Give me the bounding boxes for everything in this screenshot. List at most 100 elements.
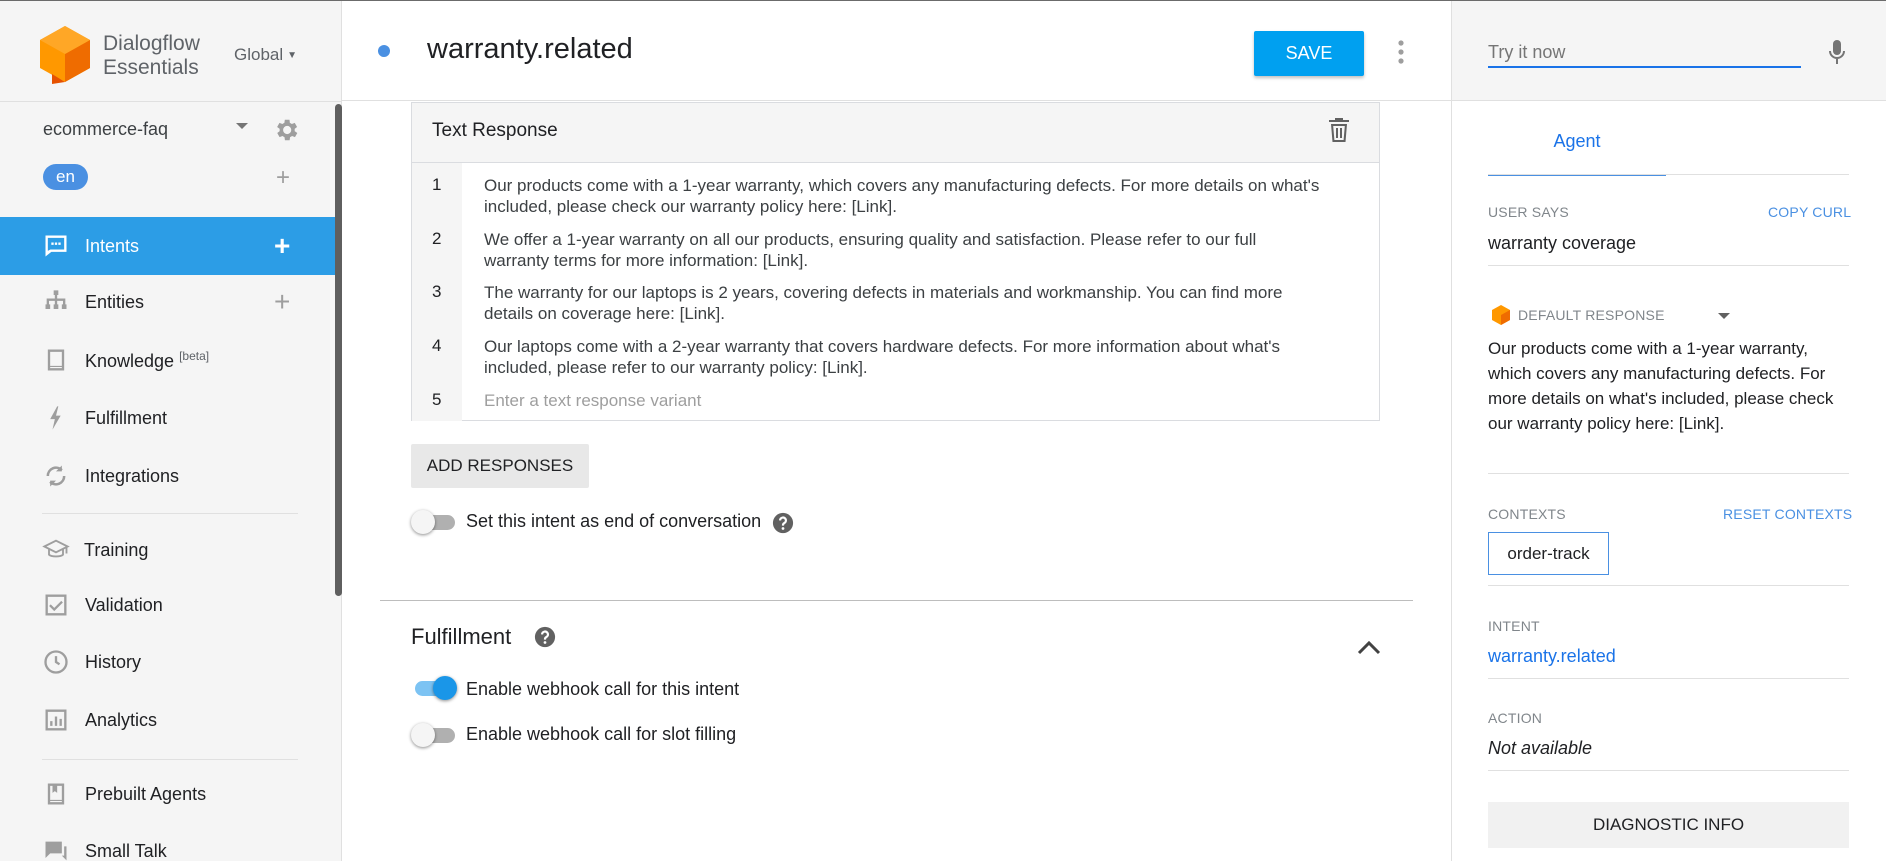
region-label: Global	[234, 45, 284, 64]
row-number: 1	[432, 175, 442, 194]
sidebar-item-label: Entities	[85, 291, 145, 312]
sidebar-item-training[interactable]: Training	[0, 521, 337, 579]
row-number: 2	[432, 229, 442, 248]
lightning-icon	[50, 406, 61, 430]
default-response-caret-icon[interactable]	[1718, 313, 1730, 319]
sidebar-item-label: Intents	[85, 235, 140, 256]
intent-editor: Text Response 1 Our products come with a…	[342, 102, 1451, 861]
sidebar: Dialogflow Essentials Global ▼ ecommerce-…	[0, 1, 342, 861]
webhook-slot-filling-toggle[interactable]	[411, 723, 457, 747]
divider	[42, 513, 298, 514]
sidebar-item-label-wrap: Knowledge [beta]	[85, 349, 209, 372]
gear-icon[interactable]	[272, 116, 300, 144]
response-text[interactable]: The warranty for our laptops is 2 years,…	[484, 282, 1324, 324]
webhook-slot-filling-label: Enable webhook call for slot filling	[466, 724, 737, 744]
row-number: 5	[432, 390, 442, 409]
sidebar-item-label: Prebuilt Agents	[85, 783, 207, 804]
try-it-input[interactable]	[1488, 38, 1801, 68]
action-value: Not available	[1488, 738, 1593, 758]
new-response-input[interactable]: Enter a text response variant	[484, 390, 1324, 411]
sidebar-item-fulfillment[interactable]: Fulfillment	[0, 389, 337, 447]
contexts-caption: CONTEXTS	[1488, 506, 1566, 522]
sidebar-item-prebuilt-agents[interactable]: Prebuilt Agents	[0, 765, 337, 823]
agent-dropdown-caret-icon[interactable]	[236, 123, 248, 129]
text-response-header: Text Response	[412, 103, 1379, 163]
dialogflow-logo-icon	[1492, 305, 1510, 325]
sidebar-item-integrations[interactable]: Integrations	[0, 447, 337, 505]
tab-agent[interactable]: Agent	[1488, 101, 1666, 176]
intent-title[interactable]: warranty.related	[427, 33, 633, 66]
intent-caption: INTENT	[1488, 618, 1540, 634]
sidebar-scrollbar[interactable]	[335, 104, 342, 596]
hierarchy-icon	[45, 290, 67, 309]
row-number: 3	[432, 282, 442, 301]
divider	[1488, 473, 1849, 474]
chevron-up-icon[interactable]	[1356, 639, 1382, 655]
add-entity-plus-icon[interactable]: +	[274, 288, 290, 316]
diagnostic-info-button[interactable]: DIAGNOSTIC INFO	[1488, 802, 1849, 848]
test-console: Agent USER SAYS COPY CURL warranty cover…	[1451, 1, 1886, 861]
divider	[1488, 770, 1849, 771]
language-chip[interactable]: en	[43, 164, 88, 190]
response-text[interactable]: Our laptops come with a 2-year warranty …	[484, 336, 1324, 378]
help-icon[interactable]	[772, 512, 794, 534]
sidebar-item-intents[interactable]: Intents +	[0, 217, 337, 275]
chat-icon	[45, 841, 67, 861]
response-text[interactable]: Our products come with a 1-year warranty…	[484, 175, 1324, 217]
webhook-intent-toggle[interactable]	[411, 676, 457, 700]
sidebar-item-entities[interactable]: Entities +	[0, 273, 337, 331]
text-response-card: Text Response 1 Our products come with a…	[411, 102, 1380, 421]
bar-chart-icon	[45, 709, 67, 731]
end-conversation-label: Set this intent as end of conversation	[466, 511, 762, 531]
intent-link[interactable]: warranty.related	[1488, 646, 1616, 667]
default-response-caption: DEFAULT RESPONSE	[1518, 307, 1665, 323]
trash-icon[interactable]	[1327, 117, 1351, 143]
add-intent-plus-icon[interactable]: +	[274, 232, 290, 260]
fulfillment-title: Fulfillment	[411, 624, 512, 649]
sidebar-item-history[interactable]: History	[0, 633, 337, 691]
divider	[1488, 174, 1849, 175]
response-text[interactable]: We offer a 1-year warranty on all our pr…	[484, 229, 1324, 271]
row-number: 4	[432, 336, 442, 355]
refresh-icon	[46, 465, 66, 487]
save-button[interactable]: SAVE	[1254, 31, 1364, 76]
intent-header: warranty.related SAVE	[342, 1, 1451, 101]
help-icon[interactable]	[534, 626, 556, 648]
bookmark-book-icon	[47, 783, 65, 805]
user-says-caption: USER SAYS	[1488, 204, 1569, 220]
divider	[1488, 265, 1849, 266]
sidebar-item-label: Small Talk	[85, 840, 167, 861]
end-conversation-toggle[interactable]	[411, 510, 457, 534]
sidebar-item-label: Analytics	[85, 709, 158, 730]
add-language-plus-icon[interactable]: +	[276, 166, 290, 190]
divider	[380, 600, 1413, 601]
more-vert-icon[interactable]	[1394, 39, 1408, 65]
toggle-knob	[433, 676, 457, 700]
toggle-knob	[411, 723, 435, 747]
checkbox-icon	[45, 594, 67, 616]
sidebar-item-label: Fulfillment	[85, 407, 168, 428]
divider	[0, 101, 342, 102]
sidebar-item-analytics[interactable]: Analytics	[0, 691, 337, 749]
sidebar-item-small-talk[interactable]: Small Talk	[0, 822, 337, 861]
sidebar-item-validation[interactable]: Validation	[0, 576, 337, 634]
default-response-text: Our products come with a 1-year warranty…	[1488, 339, 1834, 433]
webhook-intent-label: Enable webhook call for this intent	[466, 679, 740, 699]
text-response-title: Text Response	[432, 120, 558, 141]
region-selector[interactable]: Global ▼	[234, 45, 297, 65]
clock-icon	[44, 650, 68, 674]
reset-contexts-link[interactable]: RESET CONTEXTS	[1723, 506, 1852, 522]
sidebar-item-knowledge[interactable]: Knowledge [beta]	[0, 331, 337, 389]
microphone-icon[interactable]	[1828, 39, 1846, 67]
beta-badge: [beta]	[179, 348, 210, 363]
context-chip[interactable]: order-track	[1488, 532, 1609, 575]
copy-curl-link[interactable]: COPY CURL	[1768, 204, 1851, 220]
brand-name: Dialogflow Essentials	[103, 32, 200, 79]
sidebar-item-label: Validation	[85, 594, 163, 615]
book-icon	[47, 349, 65, 371]
add-responses-button[interactable]: ADD RESPONSES	[411, 444, 589, 488]
sidebar-item-label: History	[85, 651, 142, 672]
agent-name[interactable]: ecommerce-faq	[43, 119, 168, 140]
sidebar-item-label: Knowledge	[85, 350, 175, 371]
divider	[1488, 678, 1849, 679]
